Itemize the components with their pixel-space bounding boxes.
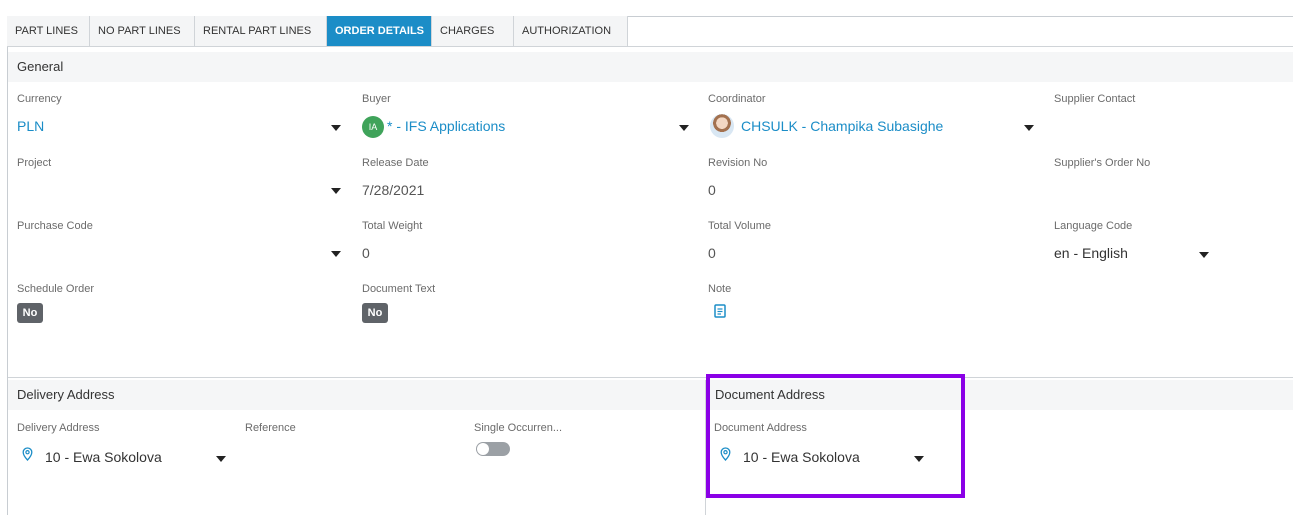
purchase-code-label: Purchase Code (17, 220, 93, 232)
total-volume-label: Total Volume (708, 220, 771, 232)
location-pin-icon (22, 447, 33, 461)
order-details-panel (7, 16, 1293, 515)
total-weight-value: 0 (362, 245, 370, 261)
section-header-delivery-address: Delivery Address (8, 380, 705, 410)
revision-no-label: Revision No (708, 157, 768, 169)
buyer-avatar: IA (362, 116, 384, 138)
tab-rental-part-lines[interactable]: RENTAL PART LINES (195, 16, 327, 47)
coordinator-label: Coordinator (708, 93, 766, 105)
release-date-value: 7/28/2021 (362, 182, 425, 198)
project-dropdown-icon[interactable] (331, 188, 341, 194)
document-text-badge[interactable]: No (362, 303, 388, 323)
project-label: Project (17, 157, 52, 169)
delivery-address-dropdown-icon[interactable] (216, 456, 226, 462)
tab-bar-border (627, 46, 1293, 47)
tab-no-part-lines[interactable]: NO PART LINES (90, 16, 195, 47)
document-address-highlight (706, 374, 965, 498)
total-volume-value: 0 (708, 245, 716, 261)
schedule-order-label: Schedule Order (17, 283, 95, 295)
section-header-general: General (8, 52, 1293, 82)
purchase-code-dropdown-icon[interactable] (331, 251, 341, 257)
currency-value[interactable]: PLN (17, 118, 44, 134)
language-code-dropdown-icon[interactable] (1199, 252, 1209, 258)
delivery-address-value[interactable]: 10 - Ewa Sokolova (45, 449, 162, 465)
release-date-label: Release Date (362, 157, 429, 169)
single-occurrence-label: Single Occurren... (474, 422, 563, 434)
total-weight-label: Total Weight (362, 220, 423, 232)
reference-label: Reference (245, 422, 296, 434)
tab-bar: PART LINES NO PART LINES RENTAL PART LIN… (7, 16, 628, 47)
suppliers-order-no-label: Supplier's Order No (1054, 157, 1151, 169)
tab-order-details[interactable]: ORDER DETAILS (327, 16, 432, 47)
note-label: Note (708, 283, 732, 295)
supplier-contact-label: Supplier Contact (1054, 93, 1136, 105)
schedule-order-badge[interactable]: No (17, 303, 43, 323)
coordinator-dropdown-icon[interactable] (1024, 125, 1034, 131)
tab-authorization[interactable]: AUTHORIZATION (514, 16, 628, 47)
toggle-knob (477, 443, 489, 455)
coordinator-avatar (710, 114, 734, 138)
section-divider (8, 377, 1293, 378)
buyer-dropdown-icon[interactable] (679, 125, 689, 131)
language-code-value[interactable]: en - English (1054, 245, 1128, 261)
coordinator-value[interactable]: CHSULK - Champika Subasighe (741, 118, 943, 134)
delivery-address-label: Delivery Address (17, 422, 100, 434)
single-occurrence-toggle[interactable] (476, 442, 510, 456)
currency-dropdown-icon[interactable] (331, 125, 341, 131)
buyer-value[interactable]: * - IFS Applications (387, 118, 505, 134)
language-code-label: Language Code (1054, 220, 1133, 232)
note-icon[interactable] (714, 304, 726, 318)
buyer-label: Buyer (362, 93, 391, 105)
document-text-label: Document Text (362, 283, 436, 295)
revision-no-value: 0 (708, 182, 716, 198)
currency-label: Currency (17, 93, 62, 105)
tab-part-lines[interactable]: PART LINES (7, 16, 90, 47)
tab-charges[interactable]: CHARGES (432, 16, 514, 47)
